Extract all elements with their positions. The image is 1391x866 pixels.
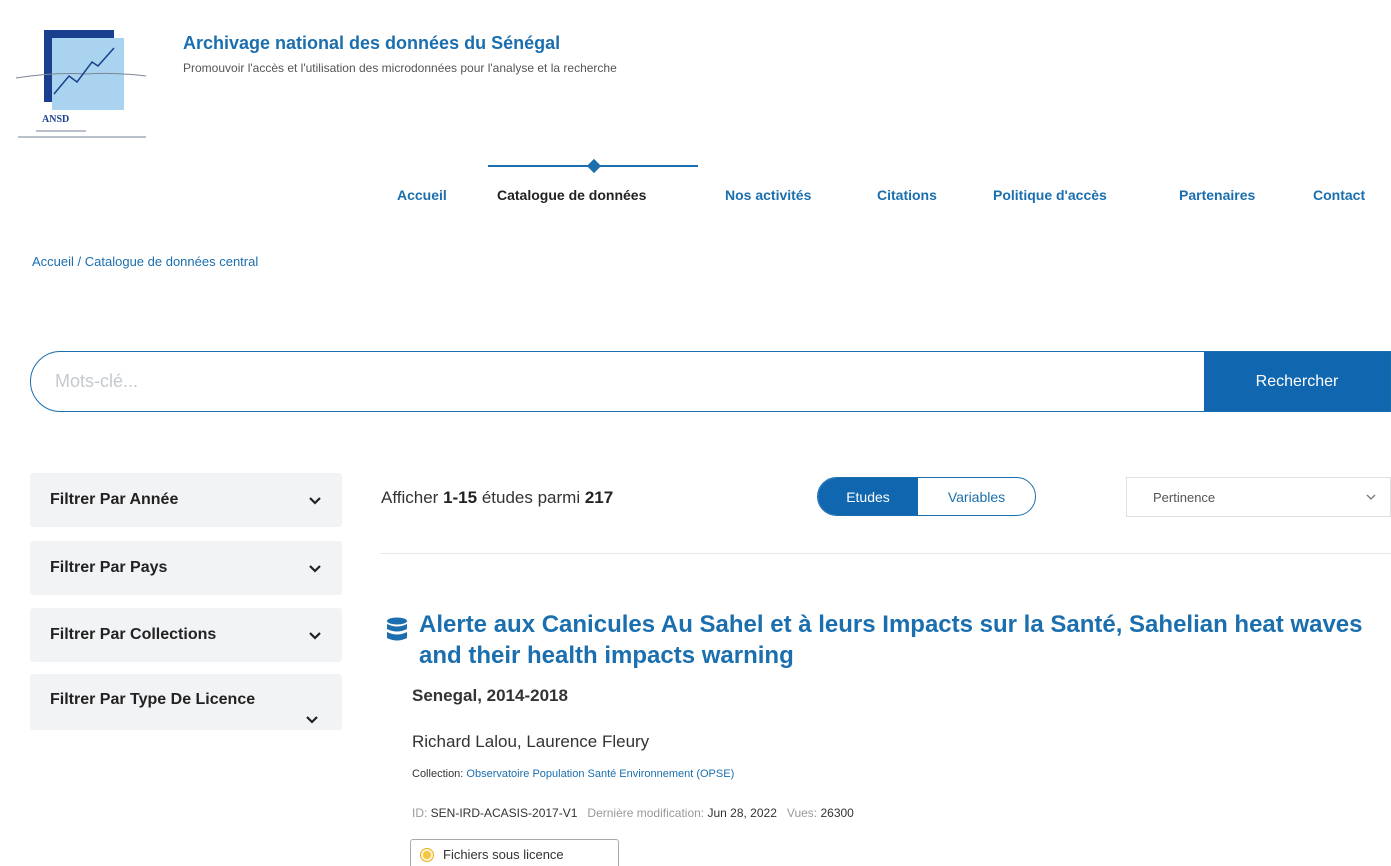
nav-item-accueil[interactable]: Accueil	[397, 187, 447, 203]
study-collection: Collection: Observatoire Population Sant…	[412, 768, 734, 780]
search-button[interactable]: Rechercher	[1204, 352, 1390, 411]
results-total: 217	[584, 488, 614, 507]
site-tagline: Promouvoir l'accès et l'utilisation des …	[183, 61, 617, 75]
filter-collections-label: Filtrer Par Collections	[50, 626, 217, 643]
filter-licence-type[interactable]: Filtrer Par Type De Licence	[30, 674, 342, 730]
sort-select[interactable]: Pertinence	[1126, 477, 1391, 517]
filter-year-label: Filtrer Par Année	[50, 491, 179, 508]
licence-label: Fichiers sous licence	[443, 847, 564, 862]
licence-icon	[421, 848, 433, 861]
breadcrumb-current[interactable]: Catalogue de données central	[85, 254, 258, 269]
results-count: Afficher 1-15 études parmi 217	[381, 488, 613, 508]
nav-item-partenaires[interactable]: Partenaires	[1179, 187, 1255, 203]
chevron-down-icon	[309, 497, 321, 505]
nav-active-diamond	[586, 158, 602, 174]
modified-value: Jun 28, 2022	[707, 806, 777, 820]
views-label: Vues:	[786, 806, 821, 820]
main-nav: Accueil Catalogue de données Nos activit…	[0, 178, 1391, 214]
study-meta: ID: SEN-IRD-ACASIS-2017-V1 Dernière modi…	[412, 806, 854, 820]
nav-item-contact[interactable]: Contact	[1313, 187, 1365, 203]
nav-item-activites[interactable]: Nos activités	[725, 187, 811, 203]
filter-licence-label: Filtrer Par Type De Licence	[50, 691, 256, 708]
sort-selected: Pertinence	[1153, 489, 1216, 505]
results-middle: études parmi	[477, 488, 585, 507]
licence-badge[interactable]: Fichiers sous licence	[410, 839, 619, 866]
study-title-link[interactable]: Alerte aux Canicules Au Sahel et à leurs…	[419, 609, 1379, 671]
view-toggle: Etudes Variables	[817, 477, 1036, 516]
views-value: 26300	[820, 806, 854, 820]
search-bar: Rechercher	[30, 351, 1391, 412]
filter-country-label: Filtrer Par Pays	[50, 559, 168, 576]
filter-year[interactable]: Filtrer Par Année	[30, 473, 342, 527]
database-icon	[387, 617, 407, 641]
chevron-down-icon	[1366, 494, 1376, 500]
id-label: ID:	[412, 806, 431, 820]
toggle-studies[interactable]: Etudes	[818, 478, 918, 515]
site-title[interactable]: Archivage national des données du Sénéga…	[183, 33, 560, 54]
results-range: 1-15	[443, 488, 478, 507]
filter-collections[interactable]: Filtrer Par Collections	[30, 608, 342, 662]
breadcrumb-home[interactable]: Accueil	[32, 254, 74, 269]
logo-text: ANSD	[42, 114, 69, 125]
collection-label: Collection:	[412, 768, 467, 780]
nav-item-politique[interactable]: Politique d'accès	[993, 187, 1107, 203]
study-country-years: Senegal, 2014-2018	[412, 686, 568, 705]
search-input[interactable]	[31, 352, 1204, 411]
chevron-down-icon	[309, 565, 321, 573]
id-value: SEN-IRD-ACASIS-2017-V1	[430, 806, 578, 820]
toggle-variables[interactable]: Variables	[918, 478, 1035, 515]
collection-link[interactable]: Observatoire Population Santé Environnem…	[466, 768, 734, 780]
results-prefix: Afficher	[381, 488, 444, 507]
breadcrumb: Accueil / Catalogue de données central	[32, 254, 258, 269]
chevron-down-icon	[309, 632, 321, 640]
chevron-down-icon	[306, 716, 318, 724]
breadcrumb-separator: /	[73, 254, 85, 269]
modified-label: Dernière modification:	[587, 806, 708, 820]
divider	[380, 553, 1391, 554]
nav-item-citations[interactable]: Citations	[877, 187, 937, 203]
study-authors: Richard Lalou, Laurence Fleury	[412, 732, 650, 751]
ansd-logo[interactable]: ANSD	[14, 22, 154, 152]
nav-item-catalogue[interactable]: Catalogue de données	[497, 187, 646, 203]
filter-country[interactable]: Filtrer Par Pays	[30, 541, 342, 595]
